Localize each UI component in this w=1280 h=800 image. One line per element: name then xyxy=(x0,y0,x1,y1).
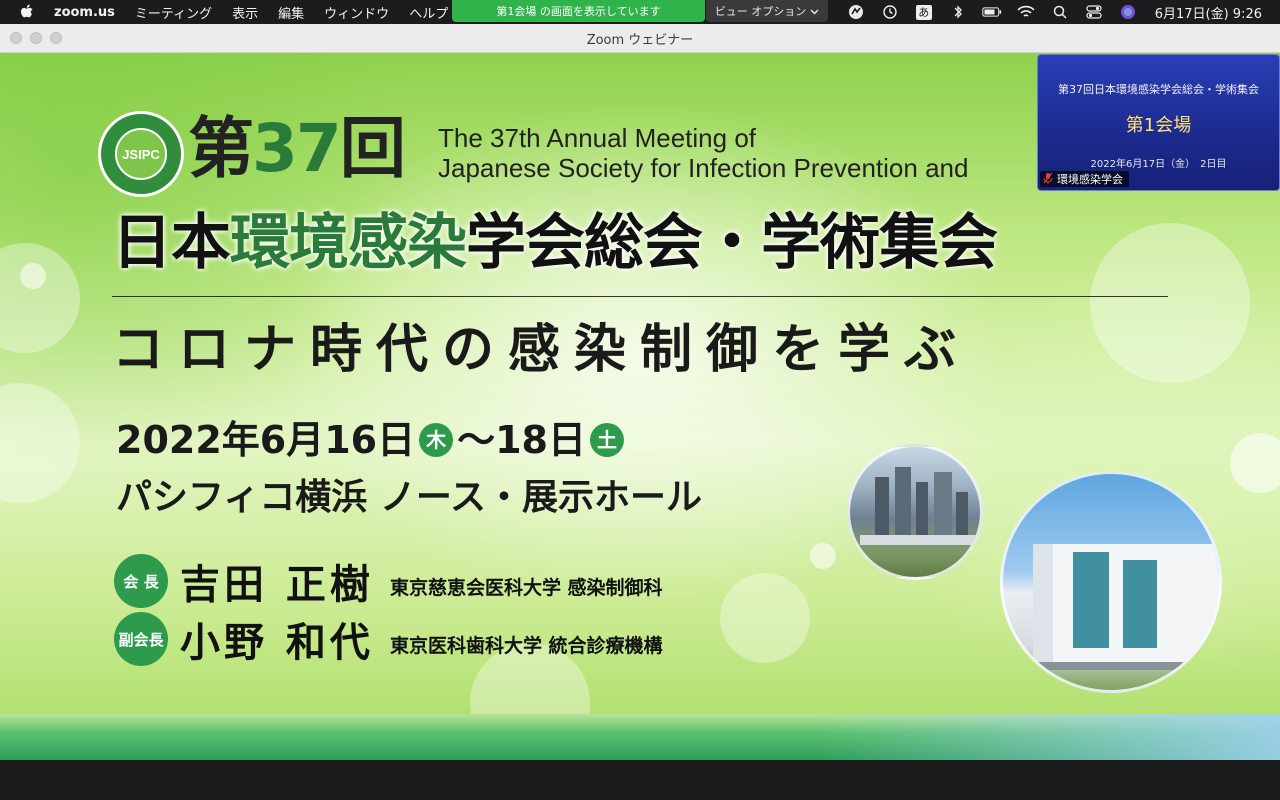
bokeh-decoration xyxy=(0,383,80,503)
window-bottom-area xyxy=(0,760,1280,800)
menu-app-name[interactable]: zoom.us xyxy=(54,5,115,20)
person-affiliation: 東京慈恵会医科大学 感染制御科 xyxy=(389,576,663,599)
meeting-dates: 2022年6月16日 木 ～18日 土 xyxy=(116,413,628,467)
zoom-window-button[interactable] xyxy=(50,32,62,44)
time-machine-icon[interactable] xyxy=(880,4,900,20)
person-name: 吉田 正樹 xyxy=(180,562,374,608)
bokeh-decoration xyxy=(20,263,46,289)
bluetooth-icon[interactable] xyxy=(948,4,968,20)
minimize-window-button[interactable] xyxy=(30,32,42,44)
title-english-line1: The 37th Annual Meeting of xyxy=(438,123,757,153)
chevron-down-icon xyxy=(810,5,819,18)
menu-edit[interactable]: 編集 xyxy=(278,3,304,22)
input-method-icon[interactable]: あ xyxy=(914,4,934,20)
date-start: 2022年6月16日 xyxy=(116,418,416,462)
bokeh-decoration xyxy=(720,573,810,663)
siri-icon[interactable] xyxy=(1118,4,1138,20)
video-thumbnail[interactable]: 第37回日本環境感染学会総会・学術集会 第1会場 2022年6月17日（金） 2… xyxy=(1037,54,1280,191)
participant-name: 環境感染学会 xyxy=(1057,173,1123,186)
mic-muted-icon xyxy=(1043,172,1053,187)
vice-president-row: 副会長 小野 和代 東京医科歯科大学 統合診療機構 xyxy=(114,610,663,668)
thumbnail-title: 第37回日本環境感染学会総会・学術集会 xyxy=(1058,83,1259,96)
meeting-theme: コロナ時代の感染制御を学ぶ xyxy=(112,320,971,380)
title-suffix: 回 xyxy=(339,110,406,187)
screen-share-status[interactable]: 第1会場 の画面を表示しています xyxy=(452,0,705,22)
title-main-part1: 日本 xyxy=(112,208,231,278)
city-photo xyxy=(847,444,983,580)
view-options-label: ビュー オプション xyxy=(714,5,807,18)
role-badge: 会 長 xyxy=(114,554,168,608)
day-badge-start: 木 xyxy=(419,423,454,457)
title-divider xyxy=(112,296,1168,297)
menu-view[interactable]: 表示 xyxy=(232,3,258,22)
meeting-title: 日本環境感染学会総会・学術集会 xyxy=(112,203,998,283)
menu-window[interactable]: ウィンドウ xyxy=(324,3,389,22)
title-prefix: 第 xyxy=(188,110,254,187)
title-english: The 37th Annual Meeting of Japanese Soci… xyxy=(438,123,1038,183)
society-logo-mark: JSIPC xyxy=(115,128,167,180)
thumbnail-date: 2022年6月17日（金） 2日目 xyxy=(1090,159,1227,170)
bokeh-decoration xyxy=(1090,223,1250,383)
menu-bar: zoom.us ミーティング 表示 編集 ウィンドウ ヘルプ 第1会場 の画面を… xyxy=(0,0,1280,24)
battery-icon[interactable] xyxy=(982,4,1002,20)
menu-help[interactable]: ヘルプ xyxy=(409,3,448,22)
bokeh-decoration xyxy=(1230,433,1280,493)
title-number: 37 xyxy=(252,110,342,187)
person-affiliation: 東京医科歯科大学 統合診療機構 xyxy=(389,634,663,657)
menu-meeting[interactable]: ミーティング xyxy=(135,3,212,22)
search-icon[interactable] xyxy=(1050,4,1070,20)
participant-nametag: 環境感染学会 xyxy=(1040,171,1129,187)
title-main-green: 環境感染 xyxy=(230,208,467,278)
president-row: 会 長 吉田 正樹 東京慈恵会医科大学 感染制御科 xyxy=(114,552,663,610)
title-main-part2: 学会総会・学術集会 xyxy=(466,208,998,278)
thumbnail-room: 第1会場 xyxy=(1125,115,1192,136)
menu-clock[interactable]: 6月17日(金) 9:26 xyxy=(1155,3,1262,22)
wifi-icon[interactable] xyxy=(1016,4,1036,20)
venue-building-photo xyxy=(1000,471,1222,693)
zoom-status-icon[interactable] xyxy=(846,4,866,20)
input-mode-label: あ xyxy=(915,4,932,20)
meeting-venue: パシフィコ横浜 ノース・展示ホール xyxy=(116,477,703,518)
title-english-line2: Japanese Society for Infection Preventio… xyxy=(438,153,969,183)
status-icons: あ 6月17日(金) 9:26 xyxy=(839,0,1280,24)
person-name: 小野 和代 xyxy=(180,620,374,666)
window-title-bar: Zoom ウェビナー xyxy=(0,24,1280,53)
control-center-icon[interactable] xyxy=(1084,4,1104,20)
window-controls xyxy=(10,32,62,44)
apple-icon[interactable] xyxy=(18,3,36,21)
window-title: Zoom ウェビナー xyxy=(586,32,694,48)
society-logo: JSIPC xyxy=(98,111,184,197)
bokeh-decoration xyxy=(810,543,836,569)
bokeh-decoration xyxy=(0,243,80,353)
slide-bottom-band xyxy=(0,714,1280,760)
day-badge-end: 土 xyxy=(589,423,624,457)
screen-share-status-label: 第1会場 の画面を表示しています xyxy=(496,5,661,18)
close-window-button[interactable] xyxy=(10,32,22,44)
date-end: ～18日 xyxy=(457,418,586,462)
view-options-button[interactable]: ビュー オプション xyxy=(706,0,828,22)
role-badge: 副会長 xyxy=(114,612,168,666)
meeting-number-title: 第37回 xyxy=(188,109,406,189)
